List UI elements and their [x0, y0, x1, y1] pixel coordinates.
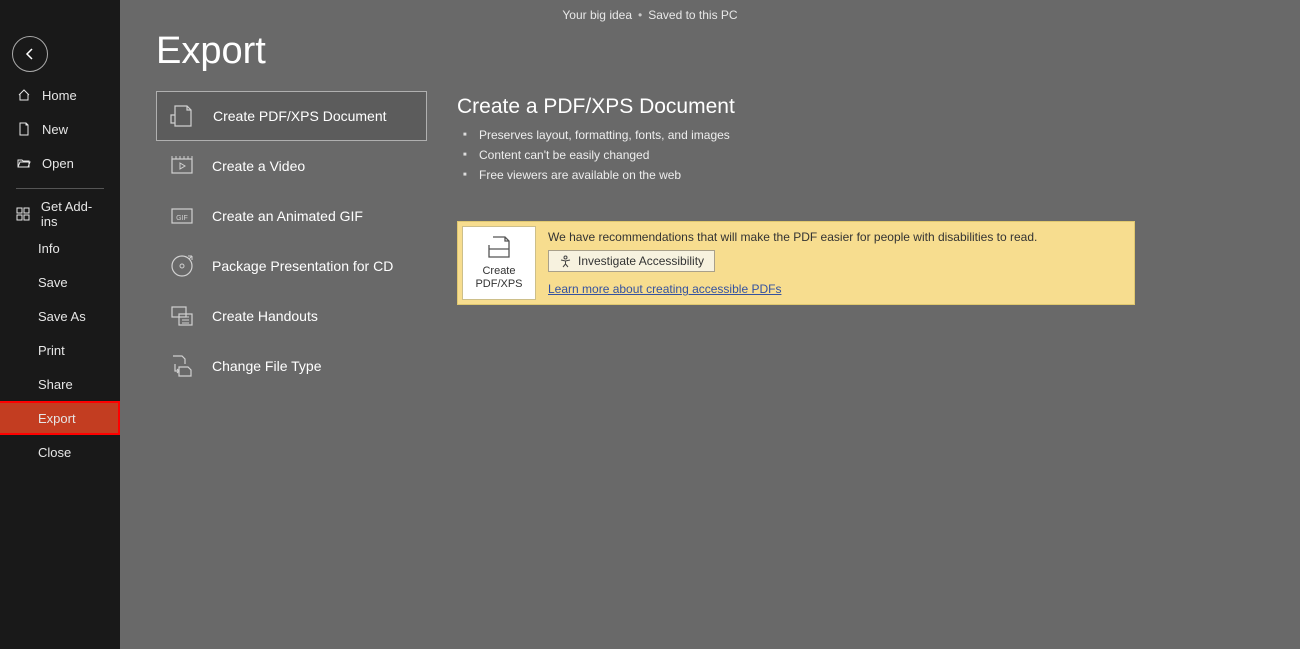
export-option-handouts[interactable]: Create Handouts	[156, 291, 427, 341]
export-option-label: Package Presentation for CD	[212, 258, 393, 274]
export-option-video[interactable]: Create a Video	[156, 141, 427, 191]
addins-icon	[16, 207, 31, 221]
export-option-label: Create Handouts	[212, 308, 318, 324]
gif-icon: GIF	[168, 202, 196, 230]
nav-home[interactable]: Home	[0, 78, 120, 112]
nav-label: Share	[38, 377, 73, 392]
new-icon	[16, 122, 32, 136]
create-btn-line2: PDF/XPS	[475, 278, 522, 290]
investigate-btn-label: Investigate Accessibility	[578, 254, 704, 268]
back-arrow-icon	[22, 46, 38, 62]
back-button[interactable]	[12, 36, 48, 72]
export-option-gif[interactable]: GIF Create an Animated GIF	[156, 191, 427, 241]
export-option-label: Change File Type	[212, 358, 321, 374]
nav-save-as[interactable]: Save As	[0, 299, 120, 333]
learn-more-link[interactable]: Learn more about creating accessible PDF…	[548, 282, 1037, 296]
video-icon	[168, 152, 196, 180]
svg-text:GIF: GIF	[176, 215, 188, 222]
nav-new[interactable]: New	[0, 112, 120, 146]
create-pdfxps-button[interactable]: Create PDF/XPS	[462, 226, 536, 300]
nav-info[interactable]: Info	[0, 231, 120, 265]
export-detail-pane: Create a PDF/XPS Document Preserves layo…	[457, 91, 1300, 391]
pdf-document-icon	[169, 102, 197, 130]
nav-close[interactable]: Close	[0, 435, 120, 469]
nav-print[interactable]: Print	[0, 333, 120, 367]
recommendation-text: We have recommendations that will make t…	[548, 230, 1037, 244]
accessibility-person-icon	[559, 255, 572, 268]
main-content: Export Create PDF/XPS Document Create a …	[120, 0, 1300, 649]
detail-bullet: Preserves layout, formatting, fonts, and…	[479, 125, 1300, 145]
nav-label: Close	[38, 445, 71, 460]
nav-save[interactable]: Save	[0, 265, 120, 299]
page-title: Export	[156, 30, 1300, 73]
nav-label: Print	[38, 343, 65, 358]
export-pdf-icon	[485, 235, 513, 261]
accessibility-recommendation-box: Create PDF/XPS We have recommendations t…	[457, 221, 1135, 305]
nav-label: Open	[42, 156, 74, 171]
change-filetype-icon	[168, 352, 196, 380]
detail-title: Create a PDF/XPS Document	[457, 95, 1300, 119]
export-options-list: Create PDF/XPS Document Create a Video G…	[156, 91, 427, 391]
detail-bullet: Content can't be easily changed	[479, 145, 1300, 165]
investigate-accessibility-button[interactable]: Investigate Accessibility	[548, 250, 715, 272]
nav-label: Get Add-ins	[41, 199, 104, 229]
export-option-label: Create PDF/XPS Document	[213, 108, 387, 124]
export-option-label: Create a Video	[212, 158, 305, 174]
create-btn-line1: Create	[482, 265, 515, 277]
open-folder-icon	[16, 156, 32, 170]
nav-label: Export	[38, 411, 76, 426]
detail-bullet: Free viewers are available on the web	[479, 165, 1300, 185]
nav-divider	[16, 188, 104, 189]
nav-get-addins[interactable]: Get Add-ins	[0, 197, 120, 231]
nav-label: New	[42, 122, 68, 137]
export-option-change-filetype[interactable]: Change File Type	[156, 341, 427, 391]
export-option-package-cd[interactable]: Package Presentation for CD	[156, 241, 427, 291]
nav-open[interactable]: Open	[0, 146, 120, 180]
nav-label: Save	[38, 275, 68, 290]
export-option-pdfxps[interactable]: Create PDF/XPS Document	[156, 91, 427, 141]
handouts-icon	[168, 302, 196, 330]
nav-label: Home	[42, 88, 77, 103]
cd-icon	[168, 252, 196, 280]
nav-export[interactable]: Export	[0, 401, 120, 435]
home-icon	[16, 88, 32, 102]
detail-bullets: Preserves layout, formatting, fonts, and…	[457, 125, 1300, 185]
nav-label: Save As	[38, 309, 86, 324]
backstage-sidebar: Home New Open Get Add-ins Info Save Save…	[0, 0, 120, 649]
export-option-label: Create an Animated GIF	[212, 208, 363, 224]
nav-share[interactable]: Share	[0, 367, 120, 401]
nav-label: Info	[38, 241, 60, 256]
